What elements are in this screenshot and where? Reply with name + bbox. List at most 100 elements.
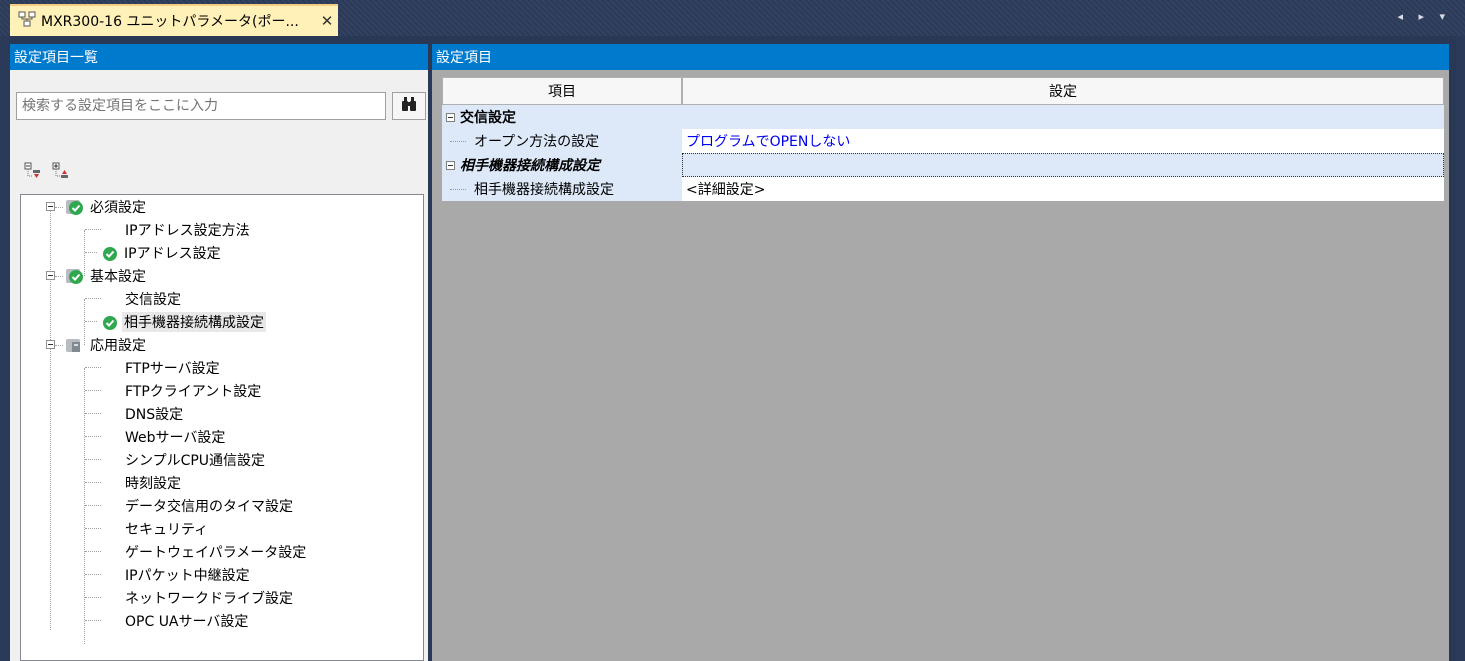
- setting-value-detail[interactable]: <詳細設定>: [682, 177, 1444, 201]
- grid-item-row[interactable]: オープン方法の設定 プログラムでOPENしない: [442, 129, 1444, 153]
- tree-connector: [85, 252, 97, 253]
- tree-item-label: Webサーバ設定: [125, 429, 226, 446]
- tree-connector: [85, 620, 101, 621]
- tree-connector: [85, 390, 101, 391]
- setting-value-open-method[interactable]: プログラムでOPENしない: [682, 129, 1444, 153]
- tree-item-label: 必須設定: [90, 199, 146, 216]
- settings-detail-header: 設定項目: [432, 44, 1449, 70]
- tree-connector: [85, 321, 97, 322]
- tree-item-label: 時刻設定: [125, 475, 181, 492]
- tree-item-label: OPC UAサーバ設定: [125, 613, 249, 630]
- binoculars-icon: [400, 96, 418, 116]
- setting-search-input[interactable]: [16, 92, 386, 120]
- grid-setting-cell: [682, 105, 1444, 129]
- grid-item-cell: 相手機器接続構成設定: [442, 153, 682, 177]
- tree-connector: [85, 551, 101, 552]
- tree-collapse-toggle-icon[interactable]: [46, 202, 55, 211]
- tree-connector: [85, 298, 101, 299]
- network-unit-icon: [18, 11, 36, 31]
- grid-category-row[interactable]: 相手機器接続構成設定: [442, 153, 1444, 177]
- item-label: 相手機器接続構成設定: [474, 182, 614, 198]
- tree-connector: [55, 345, 63, 346]
- tab-navigation-arrows[interactable]: ◂ ▸ ▾: [1397, 10, 1451, 23]
- grid-item-row[interactable]: 相手機器接続構成設定 <詳細設定>: [442, 177, 1444, 201]
- collapse-toggle-icon[interactable]: [446, 160, 455, 170]
- tree-item-label: DNS設定: [125, 406, 184, 423]
- tree-connector: [55, 207, 63, 208]
- document-tab[interactable]: MXR300-16 ユニットパラメータ(ポー... ✕: [10, 4, 338, 36]
- tree-item[interactable]: OPC UAサーバ設定: [123, 609, 250, 632]
- item-label: オープン方法の設定: [474, 134, 600, 150]
- tree-item-label: FTPサーバ設定: [125, 360, 220, 377]
- grid-category-row[interactable]: 交信設定: [442, 105, 1444, 129]
- tree-item-label: FTPクライアント設定: [125, 383, 262, 400]
- tree-item-label: 基本設定: [90, 268, 146, 285]
- column-header-item[interactable]: 項目: [442, 77, 682, 105]
- search-row: [16, 92, 426, 120]
- tree-item[interactable]: FTPサーバ設定: [123, 356, 222, 379]
- collapse-all-button[interactable]: [52, 162, 70, 180]
- tree-toolbar: [24, 162, 70, 180]
- tree-connector: [85, 505, 101, 506]
- tree-item[interactable]: セキュリティ: [123, 517, 210, 540]
- collapse-toggle-icon[interactable]: [446, 112, 455, 122]
- tree-connector: [85, 367, 101, 368]
- collapse-all-icon: [52, 162, 70, 184]
- tree-connector: [85, 574, 101, 575]
- tree-item-label: ネットワークドライブ設定: [125, 590, 293, 607]
- tree-item[interactable]: 相手機器接続構成設定: [99, 310, 266, 333]
- settings-detail-panel: 設定項目 項目 設定 交信設定 オープン方法の設定 プログラムでOPENしない …: [432, 44, 1449, 661]
- check-ok-icon: [65, 267, 85, 285]
- grid-setting-cell: [682, 153, 1444, 177]
- expand-all-icon: [24, 162, 42, 184]
- tree-item[interactable]: FTPクライアント設定: [123, 379, 263, 402]
- tree-item-label: 相手機器接続構成設定: [122, 311, 266, 332]
- category-label: 相手機器接続構成設定: [460, 158, 600, 174]
- settings-group-icon: [65, 336, 85, 354]
- tree-collapse-toggle-icon[interactable]: [46, 340, 55, 349]
- check-ok-icon: [99, 313, 119, 331]
- tree-connector: [85, 413, 101, 414]
- tree-item[interactable]: Webサーバ設定: [123, 425, 227, 448]
- column-header-setting[interactable]: 設定: [682, 77, 1444, 105]
- tree-item[interactable]: IPアドレス設定方法: [123, 218, 252, 241]
- tree-item[interactable]: データ交信用のタイマ設定: [123, 494, 295, 517]
- document-tab-bar: MXR300-16 ユニットパラメータ(ポー... ✕ ◂ ▸ ▾: [0, 0, 1465, 36]
- tree-item-label: IPアドレス設定方法: [125, 222, 250, 239]
- tree-connector: [85, 482, 101, 483]
- category-label: 交信設定: [460, 110, 516, 126]
- tree-item[interactable]: ネットワークドライブ設定: [123, 586, 295, 609]
- tree-item[interactable]: 時刻設定: [123, 471, 183, 494]
- tree-item[interactable]: DNS設定: [123, 402, 185, 425]
- window-right-border: [1456, 36, 1465, 661]
- settings-list-panel: 設定項目一覧 検索する設定項目をここに入力 必須設定 IPアドレス設定方法 IP…: [10, 44, 428, 661]
- tree-item-label: セキュリティ: [125, 521, 209, 538]
- tree-item-label: IPアドレス設定: [124, 245, 221, 262]
- tree-connector: [85, 229, 101, 230]
- tree-item-label: IPパケット中継設定: [125, 567, 250, 584]
- tree-connector: [85, 436, 101, 437]
- tree-item[interactable]: 基本設定: [65, 264, 148, 287]
- tree-item[interactable]: 応用設定: [65, 333, 148, 356]
- settings-list-header: 設定項目一覧: [10, 44, 428, 70]
- tree-item[interactable]: 必須設定: [65, 195, 148, 218]
- settings-tree: 必須設定 IPアドレス設定方法 IPアドレス設定基本設定交信設定 相手機器接続構成設定…: [20, 194, 424, 661]
- tree-item[interactable]: IPアドレス設定: [99, 241, 223, 264]
- tree-item-label: 応用設定: [90, 337, 146, 354]
- tree-connector: [85, 459, 101, 460]
- expand-all-button[interactable]: [24, 162, 42, 180]
- tree-collapse-toggle-icon[interactable]: [46, 271, 55, 280]
- tree-item-label: ゲートウェイパラメータ設定: [125, 544, 307, 561]
- grid-item-cell: 相手機器接続構成設定: [442, 177, 682, 201]
- tree-connector: [85, 597, 101, 598]
- search-button[interactable]: [392, 92, 426, 120]
- tree-item[interactable]: ゲートウェイパラメータ設定: [123, 540, 308, 563]
- close-icon[interactable]: ✕: [316, 12, 338, 30]
- tree-connector: [55, 276, 63, 277]
- tree-item[interactable]: IPパケット中継設定: [123, 563, 252, 586]
- tree-connector: [450, 140, 466, 142]
- tree-connector: [450, 188, 466, 190]
- window-left-border: [0, 36, 10, 661]
- tree-item[interactable]: 交信設定: [123, 287, 183, 310]
- tree-item[interactable]: シンプルCPU通信設定: [123, 448, 267, 471]
